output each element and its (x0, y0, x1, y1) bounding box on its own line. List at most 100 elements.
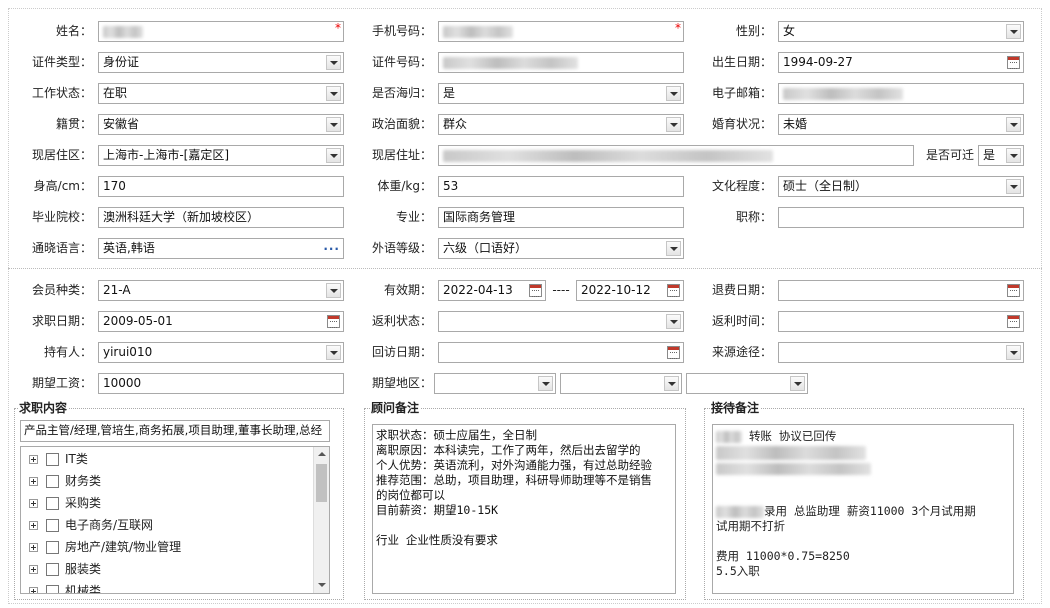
chevron-down-icon[interactable] (1006, 148, 1021, 163)
tree-item[interactable]: 电子商务/互联网 (29, 515, 153, 535)
region-city-select[interactable] (560, 373, 682, 394)
category-checkbox[interactable] (46, 519, 59, 532)
category-tree[interactable]: IT类 财务类 采购类 电子商务/互联网 房地产/建筑/物业管理 服装类 机械类 (20, 446, 330, 594)
calendar-icon[interactable] (327, 315, 340, 328)
language-level-select[interactable]: 六级（口语好） (438, 238, 684, 259)
expand-icon[interactable] (29, 499, 38, 508)
tree-item[interactable]: IT类 (29, 449, 88, 469)
gender-select[interactable]: 女 (778, 21, 1024, 42)
expand-icon[interactable] (29, 565, 38, 574)
chevron-down-icon[interactable] (1006, 345, 1021, 360)
origin-select[interactable]: 安徽省 (98, 114, 344, 135)
weight-field[interactable]: 53 (438, 176, 684, 197)
scroll-up-icon[interactable] (314, 447, 329, 463)
more-icon[interactable]: ··· (323, 240, 340, 258)
scroll-thumb[interactable] (316, 464, 327, 502)
salary-field[interactable]: 10000 (98, 373, 344, 394)
reception-notes-legend: 接待备注 (710, 401, 761, 416)
rebate-status-select[interactable] (438, 311, 684, 332)
job-content-summary[interactable]: 产品主管/经理,管培生,商务拓展,项目助理,董事长助理,总经 (20, 420, 330, 442)
work-status-label: 工作状态： (31, 86, 92, 100)
major-field[interactable]: 国际商务管理 (438, 207, 684, 228)
birth-date-field[interactable]: 1994-09-27 (778, 52, 1024, 73)
chevron-down-icon[interactable] (664, 376, 679, 391)
rebate-time-field[interactable] (778, 311, 1024, 332)
political-select[interactable]: 群众 (438, 114, 684, 135)
calendar-icon[interactable] (1007, 315, 1020, 328)
visit-date-field[interactable] (438, 342, 684, 363)
calendar-icon[interactable] (1007, 56, 1020, 69)
job-date-field[interactable]: 2009-05-01 (98, 311, 344, 332)
language-field[interactable]: 英语,韩语 ··· (98, 238, 344, 259)
refund-date-field[interactable] (778, 280, 1024, 301)
id-number-field[interactable] (438, 52, 684, 73)
member-type-select[interactable]: 21-A (98, 280, 344, 301)
category-label: 电子商务/互联网 (65, 518, 154, 532)
consultant-notes-legend: 顾问备注 (370, 401, 421, 416)
school-field[interactable]: 澳洲科廷大学（新加坡校区） (98, 207, 344, 228)
returnee-select[interactable]: 是 (438, 83, 684, 104)
id-type-select[interactable]: 身份证 (98, 52, 344, 73)
work-status-select[interactable]: 在职 (98, 83, 344, 104)
address-field[interactable] (438, 145, 914, 166)
chevron-down-icon[interactable] (326, 345, 341, 360)
education-select[interactable]: 硕士（全日制） (778, 176, 1024, 197)
redacted-text (716, 462, 871, 475)
marital-select[interactable]: 未婚 (778, 114, 1024, 135)
calendar-icon[interactable] (1007, 284, 1020, 297)
chevron-down-icon[interactable] (326, 148, 341, 163)
chevron-down-icon[interactable] (326, 117, 341, 132)
email-field[interactable] (778, 83, 1024, 104)
residence-select[interactable]: 上海市-上海市-[嘉定区] (98, 145, 344, 166)
chevron-down-icon[interactable] (326, 283, 341, 298)
expand-icon[interactable] (29, 587, 38, 593)
tree-item[interactable]: 房地产/建筑/物业管理 (29, 537, 181, 557)
language-label: 通晓语言： (31, 241, 92, 255)
source-select[interactable] (778, 342, 1024, 363)
scroll-down-icon[interactable] (314, 577, 329, 593)
chevron-down-icon[interactable] (666, 86, 681, 101)
expand-icon[interactable] (29, 477, 38, 486)
chevron-down-icon[interactable] (666, 117, 681, 132)
chevron-down-icon[interactable] (326, 55, 341, 70)
tree-item[interactable]: 采购类 (29, 493, 101, 513)
tree-item[interactable]: 服装类 (29, 559, 101, 579)
category-label: 房地产/建筑/物业管理 (65, 540, 182, 554)
category-checkbox[interactable] (46, 475, 59, 488)
chevron-down-icon[interactable] (1006, 24, 1021, 39)
category-checkbox[interactable] (46, 585, 59, 593)
category-checkbox[interactable] (46, 497, 59, 510)
reception-notes-textarea[interactable]: 转账 协议已回传 录用 总监助理 薪资11000 3个月试用期 试用期不打折 费… (712, 424, 1014, 594)
expand-icon[interactable] (29, 455, 38, 464)
chevron-down-icon[interactable] (790, 376, 805, 391)
chevron-down-icon[interactable] (538, 376, 553, 391)
expand-icon[interactable] (29, 521, 38, 530)
title-field[interactable] (778, 207, 1024, 228)
region-district-select[interactable] (686, 373, 808, 394)
validity-to-field[interactable]: 2022-10-12 (576, 280, 684, 301)
height-value: 170 (103, 179, 126, 193)
tree-item[interactable]: 财务类 (29, 471, 101, 491)
region-province-select[interactable] (434, 373, 556, 394)
consultant-notes-textarea[interactable]: 求职状态：硕士应届生，全日制 离职原因：本科读完，工作了两年，然后出去留学的 个… (372, 424, 676, 594)
height-field[interactable]: 170 (98, 176, 344, 197)
chevron-down-icon[interactable] (666, 241, 681, 256)
relocate-select[interactable]: 是 (978, 145, 1024, 166)
name-field[interactable]: * (98, 21, 344, 42)
calendar-icon[interactable] (667, 346, 680, 359)
chevron-down-icon[interactable] (1006, 179, 1021, 194)
chevron-down-icon[interactable] (326, 86, 341, 101)
calendar-icon[interactable] (667, 284, 680, 297)
chevron-down-icon[interactable] (666, 314, 681, 329)
chevron-down-icon[interactable] (1006, 117, 1021, 132)
category-checkbox[interactable] (46, 563, 59, 576)
calendar-icon[interactable] (529, 284, 542, 297)
phone-field[interactable]: * (438, 21, 684, 42)
tree-item[interactable]: 机械类 (29, 581, 101, 593)
holder-select[interactable]: yirui010 (98, 342, 344, 363)
validity-from-field[interactable]: 2022-04-13 (438, 280, 546, 301)
category-checkbox[interactable] (46, 541, 59, 554)
tree-scrollbar[interactable] (313, 447, 329, 593)
category-checkbox[interactable] (46, 453, 59, 466)
expand-icon[interactable] (29, 543, 38, 552)
